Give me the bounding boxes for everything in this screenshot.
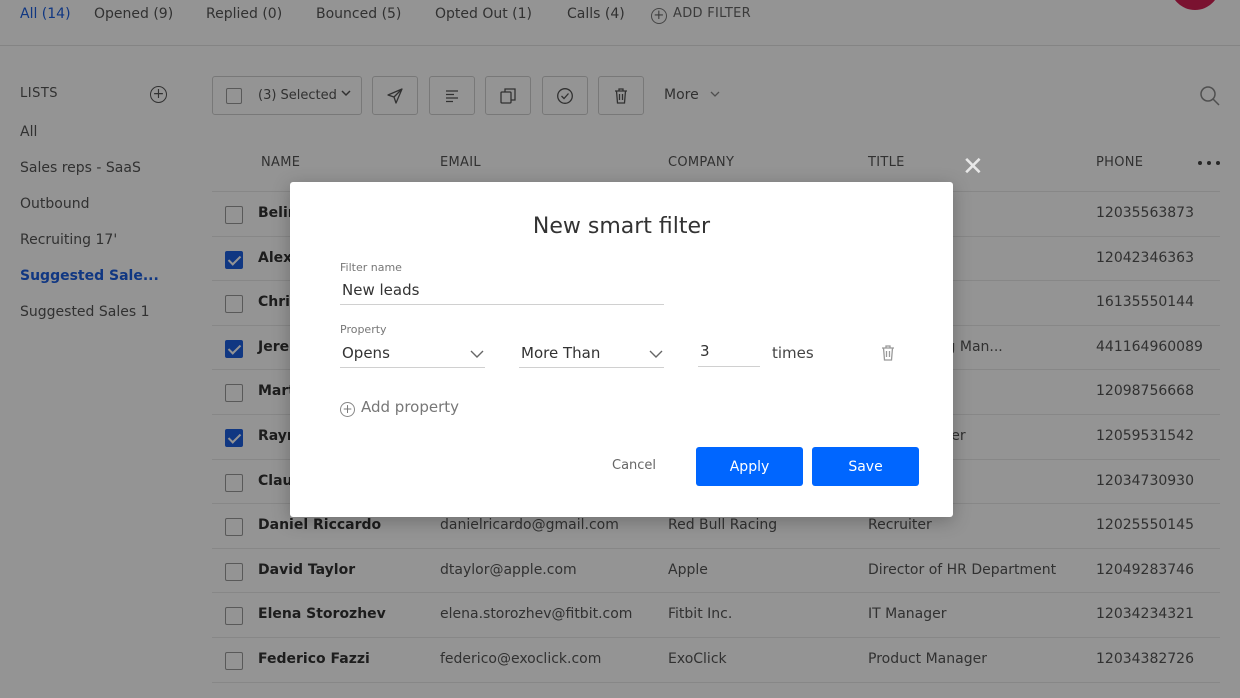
operator-value: More Than <box>521 344 601 362</box>
filter-name-value: New leads <box>342 281 420 299</box>
close-icon[interactable]: ✕ <box>962 154 984 180</box>
count-value: 3 <box>700 342 710 360</box>
cancel-button[interactable]: Cancel <box>612 458 656 473</box>
add-property-label: Add property <box>361 398 460 416</box>
save-button[interactable]: Save <box>812 447 919 486</box>
smart-filter-dialog: New smart filter Filter name New leads P… <box>290 182 953 517</box>
apply-button[interactable]: Apply <box>696 447 803 486</box>
count-input[interactable]: 3 <box>698 342 760 367</box>
dialog-title: New smart filter <box>532 214 711 239</box>
filter-name-label: Filter name <box>340 261 402 274</box>
filter-name-input[interactable]: New leads <box>340 281 664 305</box>
operator-dropdown[interactable]: More Than <box>519 344 664 368</box>
chevron-down-icon <box>470 350 484 358</box>
trash-icon[interactable] <box>880 344 896 362</box>
property-value: Opens <box>342 344 390 362</box>
add-property-button[interactable]: + Add property <box>340 398 459 417</box>
times-label: times <box>772 344 814 362</box>
property-dropdown[interactable]: Opens <box>340 344 485 368</box>
chevron-down-icon <box>649 350 663 358</box>
plus-circle-icon: + <box>340 402 355 417</box>
property-label: Property <box>340 323 387 336</box>
